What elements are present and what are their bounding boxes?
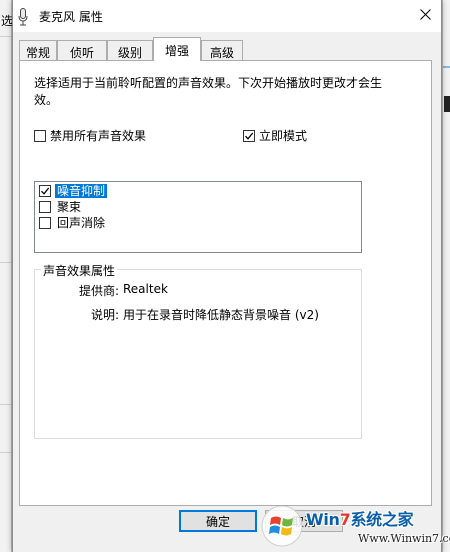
provider-label: 提供商: bbox=[78, 284, 119, 298]
effect-label: 回声消除 bbox=[57, 216, 106, 230]
disable-all-effects-checkbox[interactable]: 禁用所有声音效果 bbox=[34, 127, 146, 144]
tab-levels[interactable]: 级别 bbox=[107, 40, 153, 60]
checkmark-icon bbox=[41, 187, 50, 195]
tab-general[interactable]: 常规 bbox=[19, 40, 57, 60]
window-title: 麦克风 属性 bbox=[39, 10, 103, 24]
provider-value: Realtek bbox=[123, 282, 168, 296]
dialog-body: 常规 侦听 级别 增强 高级 选择适用于当前聆听配置的声音效果。下次开始播放时更… bbox=[13, 32, 441, 552]
effect-item-echo-cancellation[interactable]: 回声消除 bbox=[39, 216, 107, 230]
background-dark-fragment bbox=[444, 96, 450, 112]
immediate-mode-checkbox[interactable]: 立即模式 bbox=[243, 127, 307, 144]
effect-item-beamforming[interactable]: 聚束 bbox=[39, 200, 83, 214]
description-label: 说明: bbox=[90, 308, 119, 322]
background-stripe bbox=[443, 66, 450, 68]
tab-listen[interactable]: 侦听 bbox=[57, 40, 107, 60]
close-button[interactable] bbox=[409, 0, 441, 28]
disable-all-effects-label: 禁用所有声音效果 bbox=[50, 129, 147, 143]
enhancements-description: 选择适用于当前聆听配置的声音效果。下次开始播放时更改才会生效。 bbox=[34, 76, 383, 107]
background-divider bbox=[0, 404, 11, 405]
cancel-button[interactable]: 取消 bbox=[265, 510, 343, 532]
background-app-right bbox=[442, 0, 450, 552]
checkbox-box bbox=[34, 129, 46, 142]
effect-item-noise-suppression[interactable]: 噪音抑制 bbox=[39, 184, 108, 198]
effect-properties-group: 声音效果属性 提供商: Realtek 说明: 用于在录音时降低静态背景噪音 (… bbox=[34, 262, 362, 439]
background-divider bbox=[0, 36, 11, 37]
checkmark-icon bbox=[245, 132, 254, 140]
effect-label: 聚束 bbox=[57, 200, 82, 214]
background-divider bbox=[0, 262, 11, 263]
tab-advanced[interactable]: 高级 bbox=[201, 40, 243, 60]
effect-properties-title: 声音效果属性 bbox=[41, 262, 118, 279]
properties-dialog: 麦克风 属性 常规 侦听 级别 增强 高级 选择适用于当前聆听配置的声音效果。下… bbox=[12, 0, 442, 552]
tab-enhancements[interactable]: 增强 bbox=[153, 37, 201, 61]
ok-button[interactable]: 确定 bbox=[179, 510, 257, 532]
effects-list[interactable]: 噪音抑制 聚束 回声消除 bbox=[34, 181, 362, 253]
enhancements-panel: 选择适用于当前聆听配置的声音效果。下次开始播放时更改才会生效。 禁用所有声音效果… bbox=[19, 60, 432, 506]
checkbox-box[interactable] bbox=[39, 217, 51, 229]
checkbox-box[interactable] bbox=[39, 201, 51, 213]
effect-label: 噪音抑制 bbox=[55, 184, 108, 198]
immediate-mode-label: 立即模式 bbox=[259, 129, 308, 143]
title-bar[interactable]: 麦克风 属性 bbox=[13, 0, 441, 32]
description-value: 用于在录音时降低静态背景噪音 (v2) bbox=[123, 308, 319, 322]
close-icon bbox=[419, 8, 431, 20]
background-divider bbox=[0, 452, 11, 453]
microphone-icon bbox=[18, 8, 28, 26]
background-app-left: 选 bbox=[0, 0, 13, 552]
checkbox-box[interactable] bbox=[39, 185, 51, 197]
checkbox-box bbox=[243, 129, 255, 142]
